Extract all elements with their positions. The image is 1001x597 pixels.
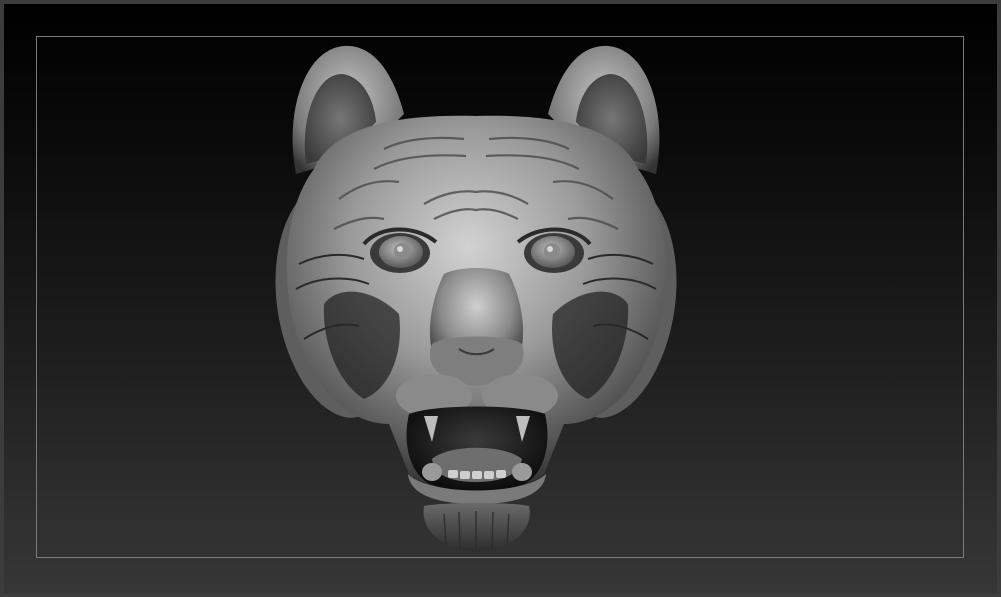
open-mouth [406,406,548,504]
tiger-head-sculpt-icon[interactable] [4,4,997,593]
3d-viewport[interactable] [4,4,997,593]
sculpting-app-window [0,0,1001,597]
